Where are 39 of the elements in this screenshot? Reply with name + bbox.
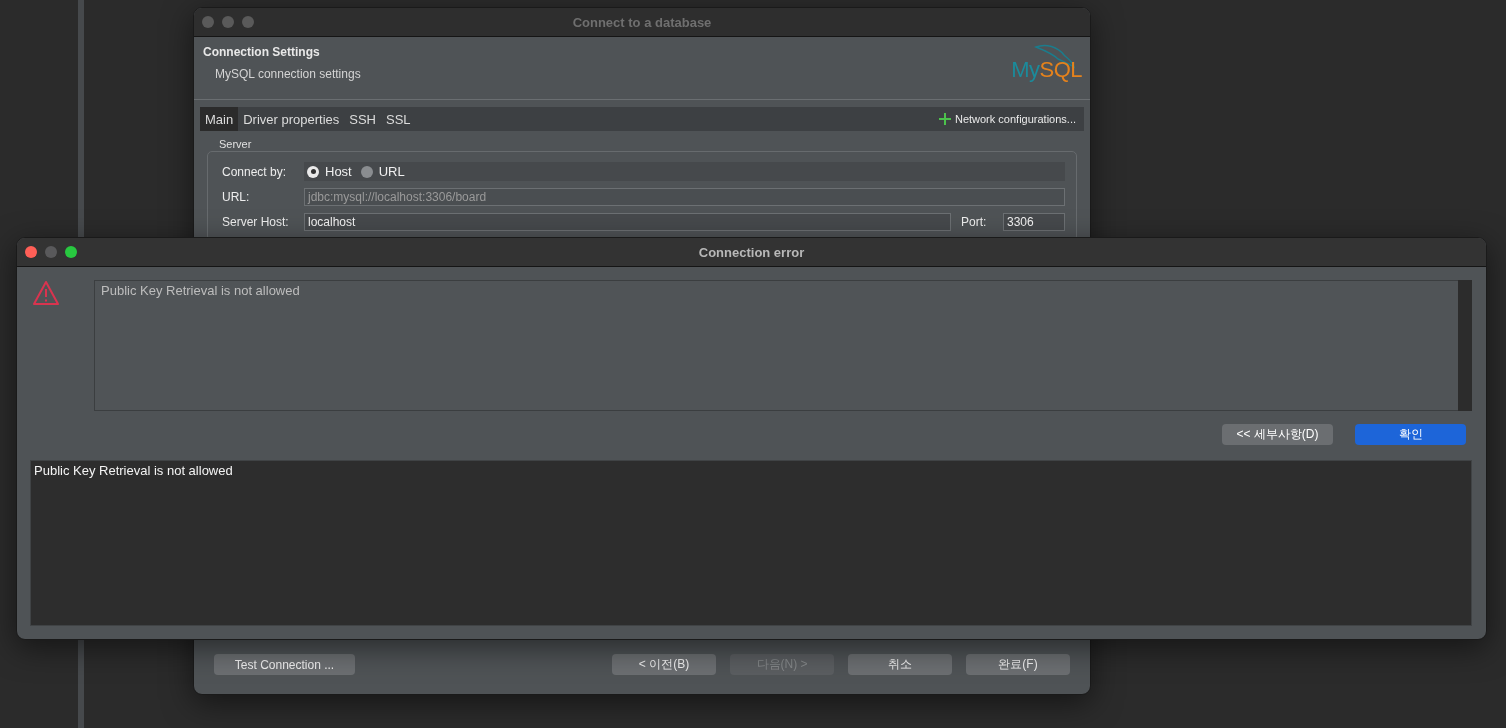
tab[interactable]: Driver properties [238,107,345,131]
wizard-button[interactable]: 완료(F) [966,654,1070,675]
radio-button[interactable] [307,165,319,178]
section-subtitle: MySQL connection settings [215,67,361,81]
field-label: Connect by: [221,164,288,179]
section-title: Connection Settings [203,45,320,59]
field-label: Server Host: [221,214,290,229]
wizard-button[interactable]: 취소 [848,654,952,675]
tab[interactable]: SSL [381,107,416,131]
error-details: Public Key Retrieval is not allowed [30,460,1472,626]
network-configurations-button[interactable]: Network configurations... [930,107,1084,131]
error-message: Public Key Retrieval is not allowed [94,280,1458,411]
radio-label: URL [378,164,405,179]
wizard-button[interactable]: < 이전(B) [612,654,716,675]
ok-button[interactable]: 확인 [1355,424,1466,445]
zoom-button[interactable] [65,246,77,258]
test-connection-button[interactable]: Test Connection ... [214,654,355,675]
minimize-button[interactable] [222,16,234,28]
radio-option[interactable]: Host [307,164,352,179]
radio-option[interactable]: URL [360,164,405,179]
scrollbar[interactable] [1458,280,1472,411]
port-field[interactable]: 3306 [1003,212,1065,231]
tab[interactable]: Main [200,107,239,131]
window-title: Connect to a database [572,14,712,30]
plus-icon [938,113,951,125]
host-field[interactable]: localhost [304,212,951,231]
group-label: Server [219,138,253,150]
field-label: Port: [961,214,988,229]
field-label: URL: [221,189,251,204]
details-button[interactable]: << 세부사항(D) [1222,424,1333,445]
mysql-logo: MySQL [1011,57,1082,83]
radio-button[interactable] [360,165,373,178]
warning-icon [32,280,60,306]
radio-label: Host [325,164,352,179]
minimize-button[interactable] [45,246,57,258]
close-button[interactable] [202,16,214,28]
window-title: Connection error [698,244,805,260]
close-button[interactable] [25,246,37,258]
tab[interactable]: SSH [344,107,381,131]
